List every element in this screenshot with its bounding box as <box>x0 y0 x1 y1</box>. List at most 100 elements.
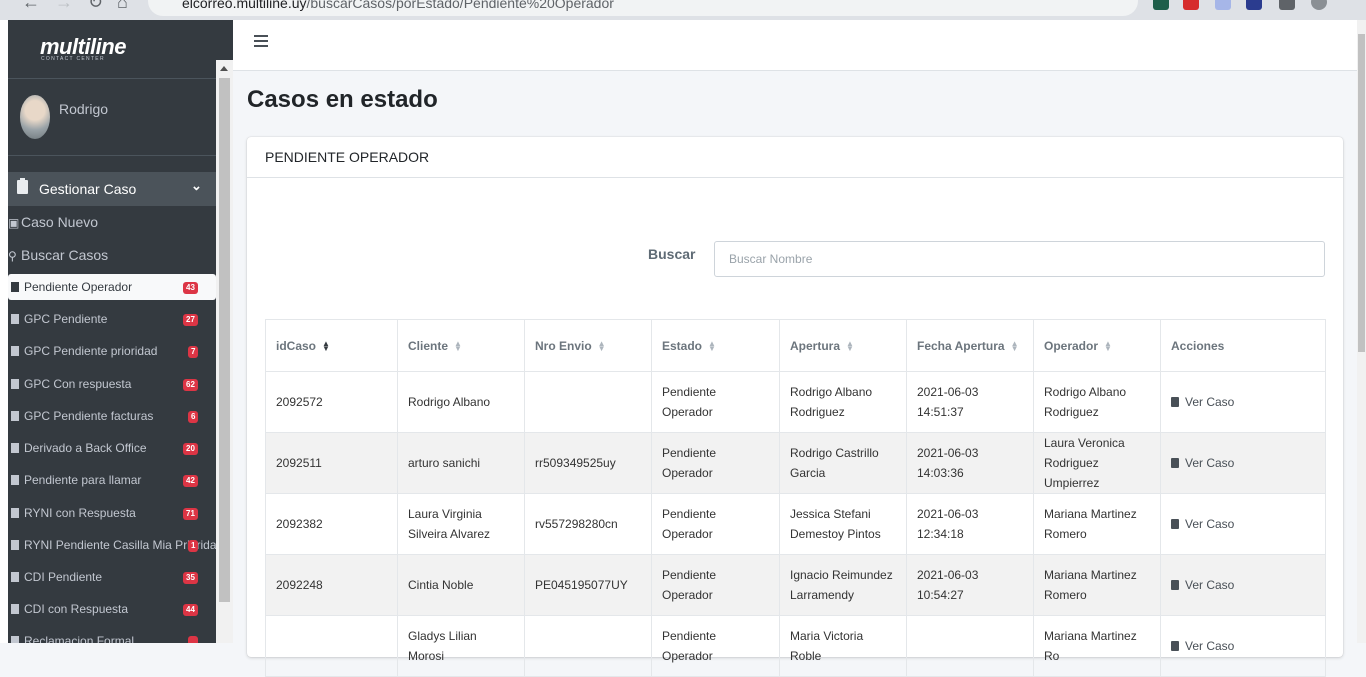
top-navbar <box>233 20 1357 71</box>
cell-apertura: Rodrigo Albano Rodriguez <box>779 371 907 433</box>
ver-caso-button[interactable]: Ver Caso <box>1160 371 1326 433</box>
sidebar-item-gpc-pendiente-prioridad[interactable]: GPC Pendiente prioridad 7 <box>8 338 216 364</box>
sort-icon: ▲ ▼ <box>597 339 606 354</box>
profile-avatar-icon[interactable] <box>1311 0 1327 10</box>
home-icon[interactable]: ⌂ <box>117 0 128 13</box>
extension-icon[interactable] <box>1246 0 1262 10</box>
sidebar-item-gestionar-caso[interactable]: Gestionar Caso ⌄ <box>8 172 216 206</box>
cell-operador: Mariana Martinez Romero <box>1033 493 1161 555</box>
sort-icon: ▲ ▼ <box>708 339 716 354</box>
ver-caso-button[interactable]: Ver Caso <box>1160 493 1326 555</box>
browser-toolbar: ← → ↻ ⌂ elcorreo.multiline.uy/buscarCaso… <box>0 0 1366 20</box>
cell-nro-envio <box>524 371 652 433</box>
clipboard-icon <box>1171 519 1179 529</box>
file-icon <box>11 443 19 453</box>
table-row: 2092572 Rodrigo Albano Pendiente Operado… <box>265 371 1326 433</box>
sort-icon: ▲ ▼ <box>454 339 462 354</box>
file-icon <box>11 379 19 389</box>
sidebar-item-reclamacion-formal[interactable]: Reclamacion Formal <box>8 628 216 643</box>
extension-icon[interactable] <box>1153 0 1169 10</box>
table-row: Gladys Lilian Morosi Pendiente Operador … <box>265 615 1326 677</box>
address-bar[interactable]: elcorreo.multiline.uy/buscarCasos/porEst… <box>148 0 1138 16</box>
cell-cliente: Laura Virginia Silveira Alvarez <box>397 493 525 555</box>
cell-nro-envio: rr509349525uy <box>524 432 652 494</box>
col-header-operador[interactable]: Operador ▲ ▼ <box>1033 319 1161 372</box>
calendar-plus-icon: ▣ <box>8 216 20 230</box>
page-title: Casos en estado <box>247 86 438 113</box>
page-scrollbar[interactable] <box>1357 20 1366 643</box>
count-badge: 43 <box>183 282 198 294</box>
file-icon <box>11 411 19 421</box>
count-badge: 71 <box>183 508 198 520</box>
sidebar-item-cdi-con-respuesta[interactable]: CDI con Respuesta 44 <box>8 596 216 622</box>
clipboard-icon <box>1171 458 1179 468</box>
col-header-estado[interactable]: Estado ▲ ▼ <box>651 319 780 372</box>
extension-icon[interactable] <box>1215 0 1231 10</box>
scrollbar-thumb[interactable] <box>219 78 230 602</box>
puzzle-icon[interactable] <box>1279 0 1295 10</box>
menu-toggle-icon[interactable] <box>254 35 268 50</box>
count-badge: 27 <box>183 314 198 326</box>
user-name[interactable]: Rodrigo <box>59 101 108 117</box>
scroll-up-icon[interactable] <box>220 66 228 71</box>
file-icon <box>11 540 19 550</box>
cell-fecha-apertura: 2021-06-03 14:51:37 <box>906 371 1034 433</box>
sidebar-item-pendiente-operador[interactable]: Pendiente Operador 43 <box>8 274 216 300</box>
sort-icon: ▲ ▼ <box>1104 339 1112 354</box>
count-badge <box>188 636 198 643</box>
col-header-apertura[interactable]: Apertura ▲ ▼ <box>779 319 907 372</box>
file-icon <box>11 346 19 356</box>
search-input[interactable] <box>714 241 1325 277</box>
count-badge: 44 <box>183 604 198 616</box>
count-badge: 20 <box>183 443 198 455</box>
sidebar-item-gpc-pendiente[interactable]: GPC Pendiente 27 <box>8 306 216 332</box>
sidebar-item-derivado-back-office[interactable]: Derivado a Back Office 20 <box>8 435 216 461</box>
col-header-nro-envio[interactable]: Nro Envio ▲ ▼ <box>524 319 652 372</box>
sidebar-item-ryni-pendiente-casilla[interactable]: RYNI Pendiente Casilla Mia Prioridad 1 <box>8 532 223 558</box>
scrollbar-thumb[interactable] <box>1358 34 1365 352</box>
sidebar-scrollbar[interactable] <box>216 60 233 643</box>
brand[interactable]: multiline CONTACT CENTER <box>8 20 233 79</box>
count-badge: 62 <box>183 379 198 391</box>
cell-fecha-apertura: 2021-06-03 14:03:36 <box>906 432 1034 494</box>
sidebar-item-gpc-con-respuesta[interactable]: GPC Con respuesta 62 <box>8 371 216 397</box>
ver-caso-button[interactable]: Ver Caso <box>1160 432 1326 494</box>
col-header-fecha-apertura[interactable]: Fecha Apertura ▲ ▼ <box>906 319 1034 372</box>
table-row: 2092511 arturo sanichi rr509349525uy Pen… <box>265 432 1326 494</box>
count-badge: 35 <box>183 572 198 584</box>
file-icon <box>11 282 19 292</box>
card-title: PENDIENTE OPERADOR <box>265 149 430 165</box>
clipboard-icon <box>17 178 28 194</box>
cell-cliente: Gladys Lilian Morosi <box>397 615 525 677</box>
sort-icon: ▲ ▼ <box>846 339 854 354</box>
ver-caso-button[interactable]: Ver Caso <box>1160 554 1326 616</box>
cell-cliente: Cintia Noble <box>397 554 525 616</box>
file-icon <box>11 508 19 518</box>
avatar <box>20 95 50 139</box>
cell-nro-envio: PE045195077UY <box>524 554 652 616</box>
ver-caso-button[interactable]: Ver Caso <box>1160 615 1326 677</box>
cell-idcaso <box>265 615 398 677</box>
extension-icon[interactable] <box>1183 0 1199 10</box>
cell-apertura: Maria Victoria Roble <box>779 615 907 677</box>
forward-icon[interactable]: → <box>55 0 73 13</box>
file-icon <box>11 636 19 643</box>
clipboard-icon <box>1171 397 1179 407</box>
sidebar-item-ryni-con-respuesta[interactable]: RYNI con Respuesta 71 <box>8 500 216 526</box>
user-panel: Rodrigo <box>8 79 233 156</box>
sidebar-item-pendiente-llamar[interactable]: Pendiente para llamar 42 <box>8 467 216 493</box>
cell-estado: Pendiente Operador <box>651 615 780 677</box>
cell-operador: Mariana Martinez Romero <box>1033 554 1161 616</box>
reload-icon[interactable]: ↻ <box>88 0 103 13</box>
cell-fecha-apertura: 2021-06-03 12:34:18 <box>906 493 1034 555</box>
sidebar-item-caso-nuevo[interactable]: ▣ Caso Nuevo <box>8 214 98 230</box>
url-text: elcorreo.multiline.uy/buscarCasos/porEst… <box>182 0 614 11</box>
cell-operador: Mariana Martinez Ro <box>1033 615 1161 677</box>
col-header-idcaso[interactable]: idCaso ▲ ▼ <box>265 319 398 372</box>
sidebar-item-gpc-pendiente-facturas[interactable]: GPC Pendiente facturas 6 <box>8 403 216 429</box>
cases-table: idCaso ▲ ▼ Cliente ▲ ▼ Nro Envio ▲ ▼ Estado ▲ ▼ … <box>265 319 1326 677</box>
sidebar-item-cdi-pendiente[interactable]: CDI Pendiente 35 <box>8 564 216 590</box>
back-icon[interactable]: ← <box>22 0 40 13</box>
col-header-cliente[interactable]: Cliente ▲ ▼ <box>397 319 525 372</box>
sidebar-item-buscar-casos[interactable]: ⚲ Buscar Casos <box>8 247 108 263</box>
